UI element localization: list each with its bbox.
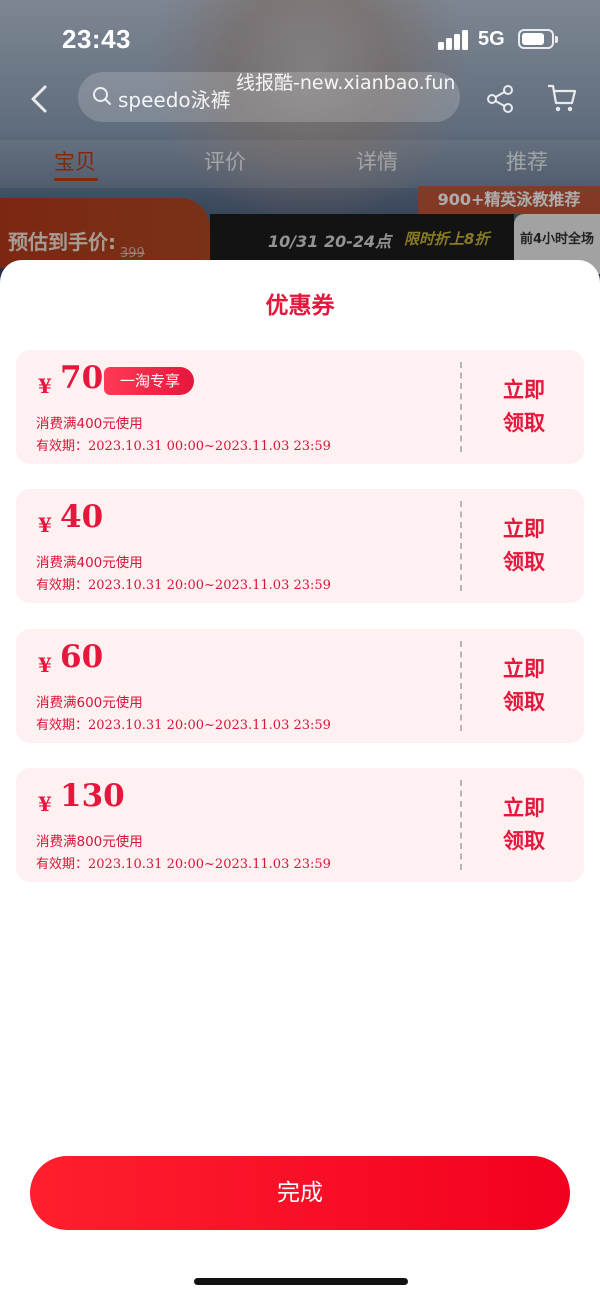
claim-coupon-button[interactable]: 立即 领取 bbox=[484, 513, 564, 579]
battery-icon bbox=[518, 29, 558, 49]
coupon-sheet: 优惠券 ¥ 70 一淘专享 消费满400元使用 有效期：2023.10.31 0… bbox=[0, 260, 600, 1298]
share-icon[interactable] bbox=[486, 84, 514, 114]
coupon-validity: 有效期：2023.10.31 20:00~2023.11.03 23:59 bbox=[36, 718, 331, 733]
claim-coupon-button[interactable]: 立即 领取 bbox=[484, 374, 564, 440]
status-time: 23:43 bbox=[62, 24, 131, 54]
coupon-amount: 40 bbox=[60, 499, 104, 535]
coupon-amount: 60 bbox=[60, 639, 104, 675]
cart-icon[interactable] bbox=[546, 82, 578, 114]
search-input[interactable]: speedo泳裤 bbox=[78, 72, 460, 122]
coupon-currency: ¥ bbox=[38, 792, 52, 816]
back-icon[interactable] bbox=[28, 84, 50, 114]
product-page-background: 宝贝 评价 详情 推荐 900+精英泳教推荐 预估到手价: 399 10/31 … bbox=[0, 0, 600, 290]
sheet-title: 优惠券 bbox=[265, 293, 335, 319]
coupon-card: ¥ 130 消费满800元使用 有效期：2023.10.31 20:00~202… bbox=[16, 768, 584, 882]
claim-coupon-button[interactable]: 立即 领取 bbox=[484, 653, 564, 719]
coupon-amount: 130 bbox=[60, 778, 125, 814]
coupon-validity: 有效期：2023.10.31 20:00~2023.11.03 23:59 bbox=[36, 578, 331, 593]
coupon-validity: 有效期：2023.10.31 00:00~2023.11.03 23:59 bbox=[36, 439, 331, 454]
coupon-divider bbox=[460, 501, 462, 591]
coupon-card: ¥ 70 一淘专享 消费满400元使用 有效期：2023.10.31 00:00… bbox=[16, 350, 584, 464]
coupon-condition: 消费满400元使用 bbox=[36, 416, 143, 432]
coupon-divider bbox=[460, 641, 462, 731]
coupon-card: ¥ 40 消费满400元使用 有效期：2023.10.31 20:00~2023… bbox=[16, 489, 584, 603]
coupon-currency: ¥ bbox=[38, 653, 52, 677]
coupon-condition: 消费满800元使用 bbox=[36, 834, 143, 850]
coupon-condition: 消费满400元使用 bbox=[36, 555, 143, 571]
coupon-exclusive-tag: 一淘专享 bbox=[104, 367, 195, 395]
home-indicator[interactable] bbox=[194, 1278, 408, 1285]
coupon-divider bbox=[460, 780, 462, 870]
claim-coupon-button[interactable]: 立即 领取 bbox=[484, 792, 564, 858]
coupon-validity: 有效期：2023.10.31 20:00~2023.11.03 23:59 bbox=[36, 857, 331, 872]
signal-icon bbox=[438, 30, 470, 50]
coupon-amount: 70 bbox=[60, 360, 104, 396]
coupon-currency: ¥ bbox=[38, 513, 52, 537]
done-button[interactable]: 完成 bbox=[30, 1156, 570, 1230]
coupon-card: ¥ 60 消费满600元使用 有效期：2023.10.31 20:00~2023… bbox=[16, 629, 584, 743]
coupon-currency: ¥ bbox=[38, 374, 52, 398]
coupon-condition: 消费满600元使用 bbox=[36, 695, 143, 711]
coupon-divider bbox=[460, 362, 462, 452]
search-placeholder: speedo泳裤 bbox=[118, 88, 231, 112]
search-icon bbox=[93, 87, 111, 105]
network-label: 5G bbox=[478, 28, 505, 50]
